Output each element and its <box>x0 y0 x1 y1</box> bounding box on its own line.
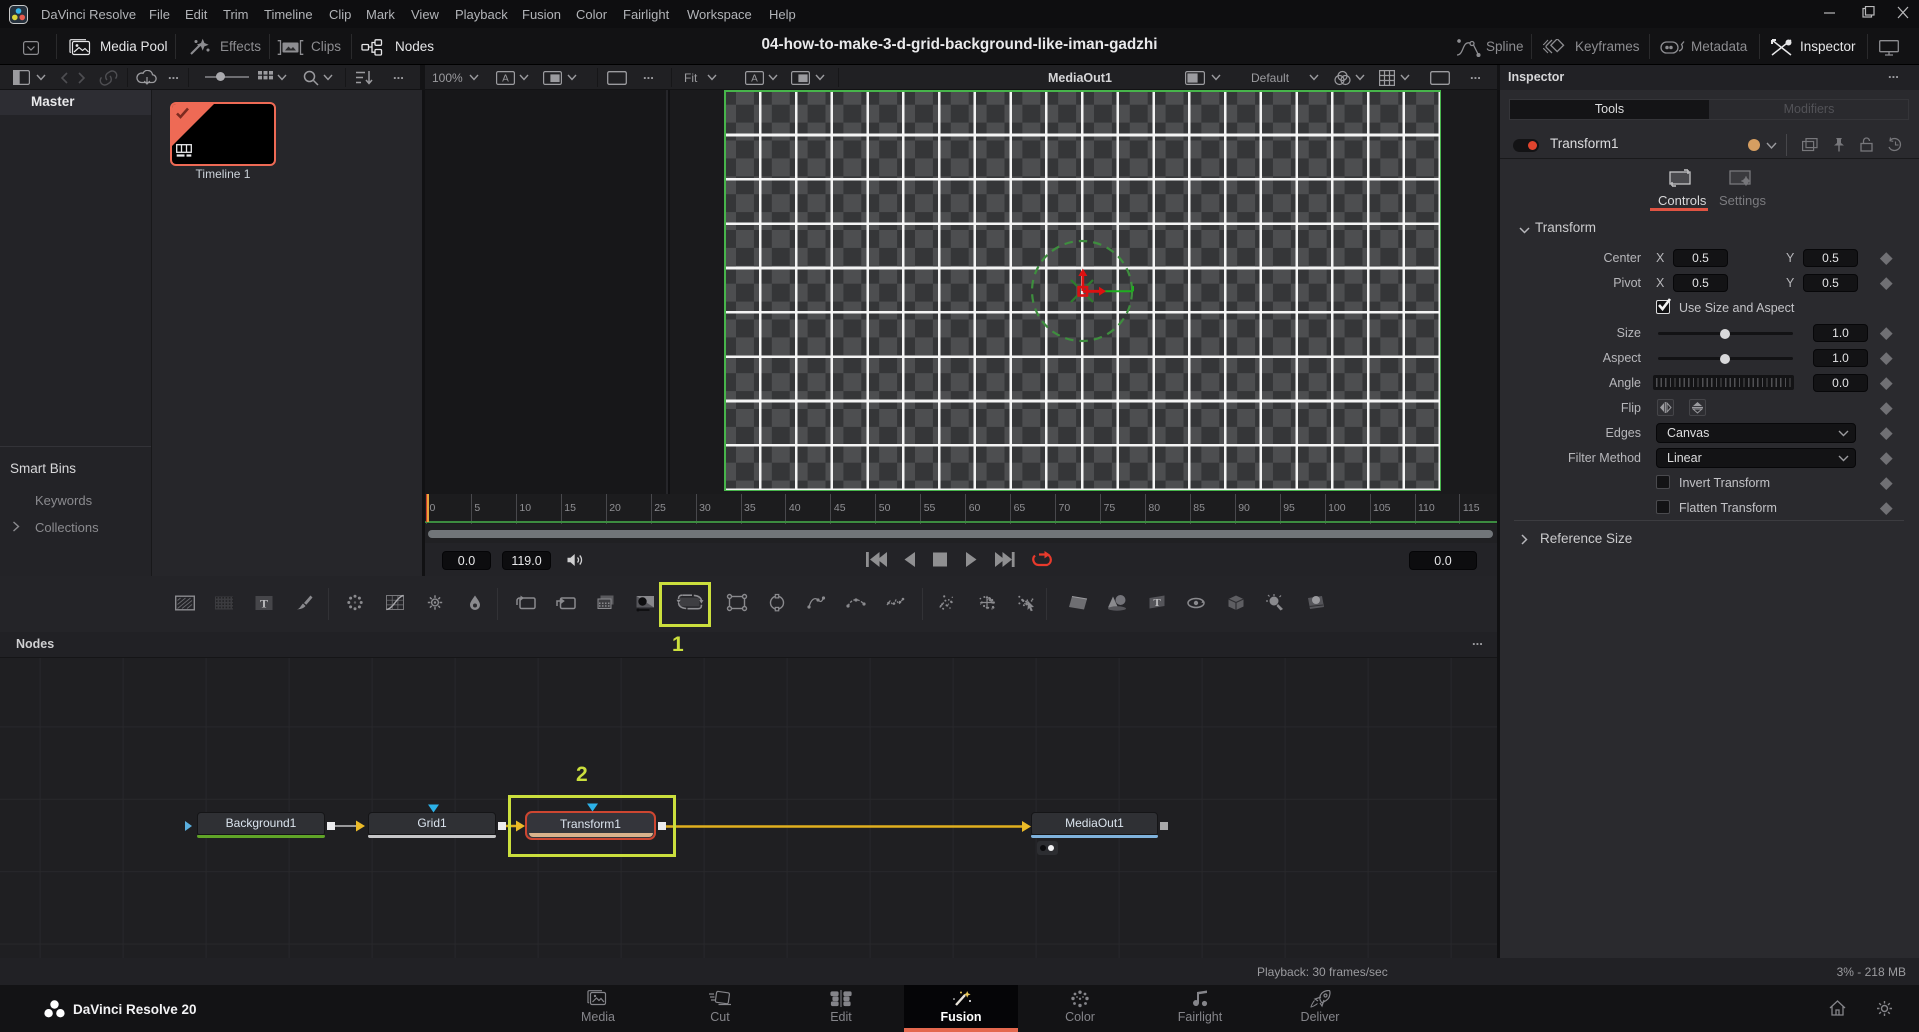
svg-text:T: T <box>1153 597 1161 609</box>
svg-text:A: A <box>502 74 509 85</box>
svg-text:A: A <box>751 74 758 85</box>
svg-text:T: T <box>260 597 268 611</box>
